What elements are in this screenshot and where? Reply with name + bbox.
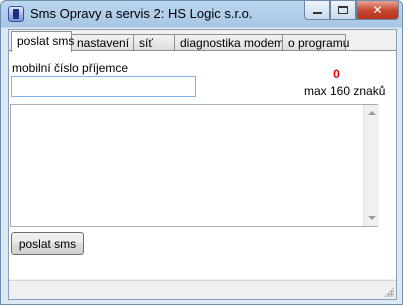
tab-poslat-sms[interactable]: poslat sms (11, 31, 75, 52)
minimize-icon (312, 12, 322, 14)
char-counter: 0 (333, 67, 340, 81)
tab-nastaveni[interactable]: nastavení (71, 34, 134, 51)
max-length-label: max 160 znaků (304, 84, 386, 98)
tab-label: síť (139, 36, 153, 50)
scroll-up-icon[interactable] (368, 111, 376, 115)
tab-label: nastavení (77, 36, 130, 50)
tab-o-programu[interactable]: o programu (282, 34, 350, 51)
app-window: Sms Opravy a servis 2: HS Logic s.r.o. ✕… (0, 0, 403, 305)
mobile-number-input[interactable] (11, 76, 196, 97)
tab-diagnostika-modemu[interactable]: diagnostika modemu (174, 34, 291, 51)
mobile-number-label: mobilní číslo příjemce (12, 61, 129, 75)
scroll-down-icon[interactable] (368, 216, 376, 220)
send-sms-button[interactable]: poslat sms (11, 232, 84, 255)
tab-label: o programu (288, 36, 350, 50)
status-bar (9, 280, 396, 299)
tab-sit[interactable]: síť (133, 34, 175, 51)
close-button[interactable]: ✕ (356, 1, 399, 20)
tab-panel-poslat-sms: mobilní číslo příjemce 0 max 160 znaků p… (9, 50, 396, 279)
tab-strip: poslat sms nastavení síť diagnostika mod… (9, 30, 396, 52)
tab-label: poslat sms (17, 34, 75, 48)
minimize-button[interactable] (304, 1, 330, 20)
message-scrollbar[interactable] (363, 105, 379, 226)
message-textarea[interactable] (10, 104, 378, 227)
tab-label: diagnostika modemu (180, 36, 291, 50)
client-area: poslat sms nastavení síť diagnostika mod… (8, 29, 397, 300)
app-icon (8, 6, 24, 22)
resize-grip-icon[interactable] (384, 287, 394, 297)
maximize-button[interactable] (330, 1, 356, 20)
title-bar[interactable]: Sms Opravy a servis 2: HS Logic s.r.o. ✕ (1, 1, 402, 29)
maximize-icon (338, 6, 348, 14)
window-title: Sms Opravy a servis 2: HS Logic s.r.o. (30, 6, 253, 21)
close-icon: ✕ (372, 3, 383, 17)
